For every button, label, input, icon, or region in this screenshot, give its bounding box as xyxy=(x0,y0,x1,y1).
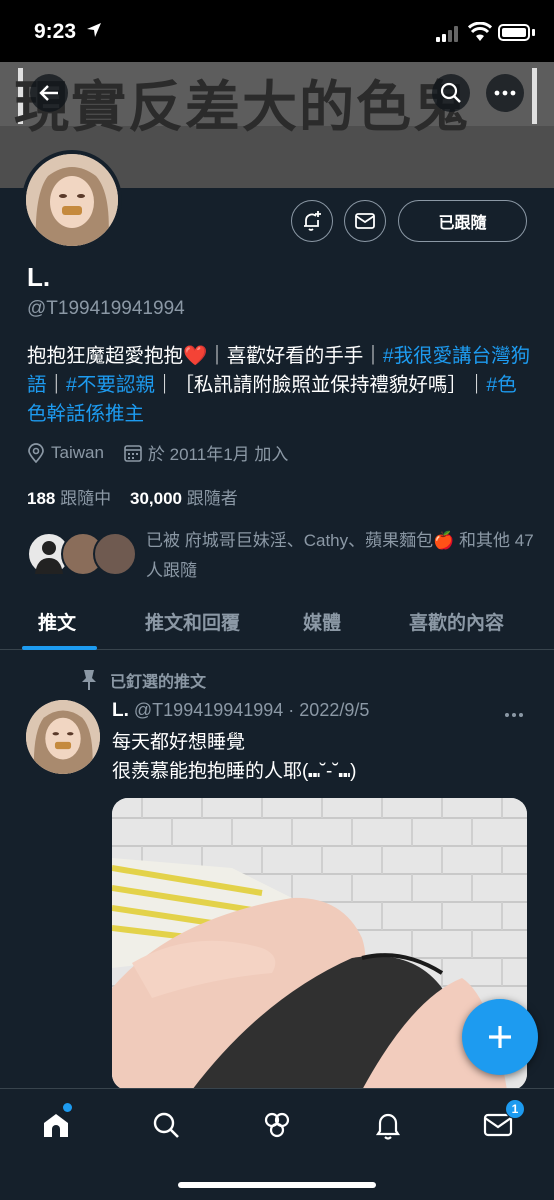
back-button[interactable] xyxy=(30,74,68,112)
hashtag-link[interactable]: #不要認親 xyxy=(66,374,155,396)
location-arrow-icon xyxy=(86,22,102,43)
following-button[interactable]: 已跟隨 xyxy=(398,200,527,242)
follower-avatar xyxy=(93,532,137,576)
nav-communities[interactable] xyxy=(259,1107,295,1143)
tweet-author-avatar[interactable] xyxy=(26,700,100,774)
profile-handle: @T199419941994 xyxy=(27,298,185,319)
pinned-tweet-label: 已釘選的推文 xyxy=(80,668,206,692)
battery-icon xyxy=(498,24,530,41)
bell-plus-icon xyxy=(304,211,321,231)
more-options-button[interactable] xyxy=(486,74,524,112)
display-name: L. xyxy=(27,262,51,292)
notifications-bell-button[interactable] xyxy=(291,200,333,242)
envelope-icon xyxy=(355,213,375,229)
tab-media[interactable]: 媒體 xyxy=(303,608,341,635)
communities-icon xyxy=(264,1112,290,1138)
follow-counts: 188 跟隨中 30,000 跟隨者 xyxy=(27,484,238,509)
tab-tweets-and-replies[interactable]: 推文和回覆 xyxy=(145,608,240,635)
location-pin-icon xyxy=(28,442,44,463)
nav-home[interactable] xyxy=(38,1107,74,1143)
home-indicator xyxy=(178,1182,376,1188)
wifi-icon xyxy=(467,21,493,42)
tab-tweets[interactable]: 推文 xyxy=(38,608,76,635)
back-arrow-icon xyxy=(39,85,58,101)
joined-date: 於 2011年1月 加入 xyxy=(147,445,289,464)
compose-tweet-button[interactable] xyxy=(462,999,538,1075)
home-notification-dot xyxy=(63,1103,72,1112)
followed-by-section[interactable]: 已被 府城哥巨妹淫、Cathy、蘋果麵包🍎 和其他 47 人跟隨 xyxy=(27,526,547,580)
active-tab-indicator xyxy=(22,646,97,650)
location-text: Taiwan xyxy=(51,442,104,462)
messages-badge: 1 xyxy=(505,1099,525,1119)
followers-count-link[interactable]: 30,000 跟隨者 xyxy=(130,489,238,508)
plus-icon xyxy=(489,1026,511,1048)
more-icon xyxy=(494,90,516,96)
search-icon xyxy=(440,82,461,103)
pin-icon xyxy=(82,670,96,690)
tweet-header: L. @T199419941994 · 2022/9/5 xyxy=(112,700,369,722)
status-bar: 9:23 xyxy=(0,0,554,62)
status-time: 9:23 xyxy=(34,20,77,43)
tweet-handle-date: @T199419941994 · 2022/9/5 xyxy=(133,700,370,720)
search-button[interactable] xyxy=(432,74,470,112)
search-icon xyxy=(153,1112,179,1138)
profile-bio: 抱抱狂魔超愛抱抱❤️｜喜歡好看的手手｜#我很愛講台灣狗語｜#不要認親｜［私訊請附… xyxy=(27,345,531,425)
heart-emoji: ❤️ xyxy=(183,345,208,367)
profile-meta: Taiwan 於 2011年1月 加入 xyxy=(27,440,308,465)
tweet-author-name[interactable]: L. xyxy=(112,700,129,721)
banner-watermark: 現實反差大的色鬼 xyxy=(14,75,471,139)
calendar-icon xyxy=(124,444,142,462)
message-button[interactable] xyxy=(344,200,386,242)
tab-likes[interactable]: 喜歡的內容 xyxy=(409,608,504,635)
bell-icon xyxy=(375,1113,401,1140)
followed-by-text: 已被 府城哥巨妹淫、Cathy、蘋果麵包🍎 和其他 47 人跟隨 xyxy=(146,531,534,580)
cellular-signal-icon xyxy=(436,26,464,42)
home-icon xyxy=(44,1114,68,1137)
tweet-text: 每天都好想睡覺 很羨慕能抱抱睡的人耶(⑉˘-˘⑉) xyxy=(112,732,357,782)
profile-tabs: 推文 推文和回覆 媒體 喜歡的內容 xyxy=(0,592,554,650)
profile-avatar[interactable] xyxy=(22,150,122,250)
following-count-link[interactable]: 188 跟隨中 xyxy=(27,489,111,508)
nav-search[interactable] xyxy=(148,1107,184,1143)
tweet-more-icon[interactable] xyxy=(504,698,524,724)
nav-notifications[interactable] xyxy=(370,1107,406,1143)
